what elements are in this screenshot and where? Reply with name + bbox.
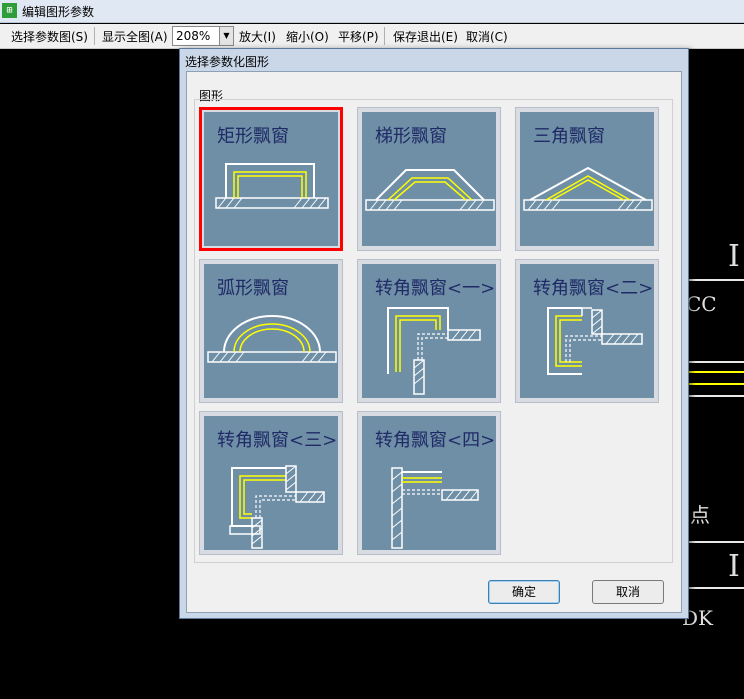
select-shape-dialog: 选择参数化图形 图形 矩形飘窗 梯形飘窗 三角飘窗 弧形飘窗 转角飘窗<一> 转… — [179, 48, 689, 619]
ok-button[interactable]: 确定 — [488, 580, 560, 604]
cancel-button[interactable]: 取消 — [592, 580, 664, 604]
cad-text: CC — [686, 292, 717, 316]
tile-label: 转角飘窗<二> — [533, 278, 654, 299]
cad-line — [685, 279, 744, 281]
tile-preview: 梯形飘窗 — [362, 112, 496, 246]
tile-preview: 三角飘窗 — [520, 112, 654, 246]
zoom-value: 208% — [176, 29, 211, 43]
show-all-button[interactable]: 显示全图(A) — [102, 28, 168, 45]
tile-preview: 转角飘窗<二> — [520, 264, 654, 398]
pan-button[interactable]: 平移(P) — [338, 28, 379, 45]
window-title: 编辑图形参数 — [22, 5, 95, 19]
tile-corner-bay-window-2[interactable]: 转角飘窗<二> — [515, 259, 659, 403]
toolbar-divider — [94, 27, 95, 45]
tile-triangular-bay-window[interactable]: 三角飘窗 — [515, 107, 659, 251]
tile-corner-bay-window-3[interactable]: 转角飘窗<三> — [199, 411, 343, 555]
save-exit-button[interactable]: 保存退出(E) — [393, 28, 458, 45]
tile-trapezoid-bay-window[interactable]: 梯形飘窗 — [357, 107, 501, 251]
cad-text: 点 — [690, 503, 710, 527]
tile-rectangular-bay-window[interactable]: 矩形飘窗 — [199, 107, 343, 251]
zoom-out-button[interactable]: 缩小(O) — [286, 28, 329, 45]
tile-label: 梯形飘窗 — [375, 126, 447, 147]
cad-window-line — [685, 383, 744, 385]
zoom-select[interactable]: 208% ▼ — [172, 26, 234, 46]
dialog-body: 图形 矩形飘窗 梯形飘窗 三角飘窗 弧形飘窗 转角飘窗<一> 转角飘窗<二> 转… — [186, 71, 682, 613]
dialog-title: 选择参数化图形 — [185, 55, 270, 69]
tile-preview: 转角飘窗<三> — [204, 416, 338, 550]
title-bar: ⊞ 编辑图形参数 — [0, 0, 744, 23]
tile-preview: 转角飘窗<四> — [362, 416, 496, 550]
cad-line — [685, 587, 744, 589]
zoom-in-button[interactable]: 放大(I) — [239, 28, 276, 45]
tile-label: 矩形飘窗 — [217, 126, 289, 147]
select-param-button[interactable]: 选择参数图(S) — [11, 28, 88, 45]
cad-window-line — [685, 371, 744, 373]
toolbar: 选择参数图(S) 显示全图(A) 208% ▼ 放大(I) 缩小(O) 平移(P… — [0, 24, 744, 49]
tile-label: 转角飘窗<四> — [375, 430, 496, 451]
tile-label: 转角飘窗<一> — [375, 278, 496, 299]
tile-label: 转角飘窗<三> — [217, 430, 338, 451]
cad-line — [685, 541, 744, 543]
tile-preview: 矩形飘窗 — [204, 112, 338, 246]
toolbar-divider — [384, 27, 385, 45]
tile-preview: 弧形飘窗 — [204, 264, 338, 398]
cad-text: I — [728, 549, 740, 584]
app-icon: ⊞ — [2, 3, 17, 18]
chevron-down-icon[interactable]: ▼ — [219, 27, 233, 45]
tile-preview: 转角飘窗<一> — [362, 264, 496, 398]
tile-label: 三角飘窗 — [533, 126, 605, 147]
cad-text: I — [728, 239, 740, 274]
tile-corner-bay-window-1[interactable]: 转角飘窗<一> — [357, 259, 501, 403]
cancel-toolbar-button[interactable]: 取消(C) — [466, 28, 508, 45]
cad-line — [685, 395, 744, 397]
cad-line — [685, 361, 744, 363]
tile-arc-bay-window[interactable]: 弧形飘窗 — [199, 259, 343, 403]
tile-corner-bay-window-4[interactable]: 转角飘窗<四> — [357, 411, 501, 555]
tile-label: 弧形飘窗 — [217, 278, 289, 299]
